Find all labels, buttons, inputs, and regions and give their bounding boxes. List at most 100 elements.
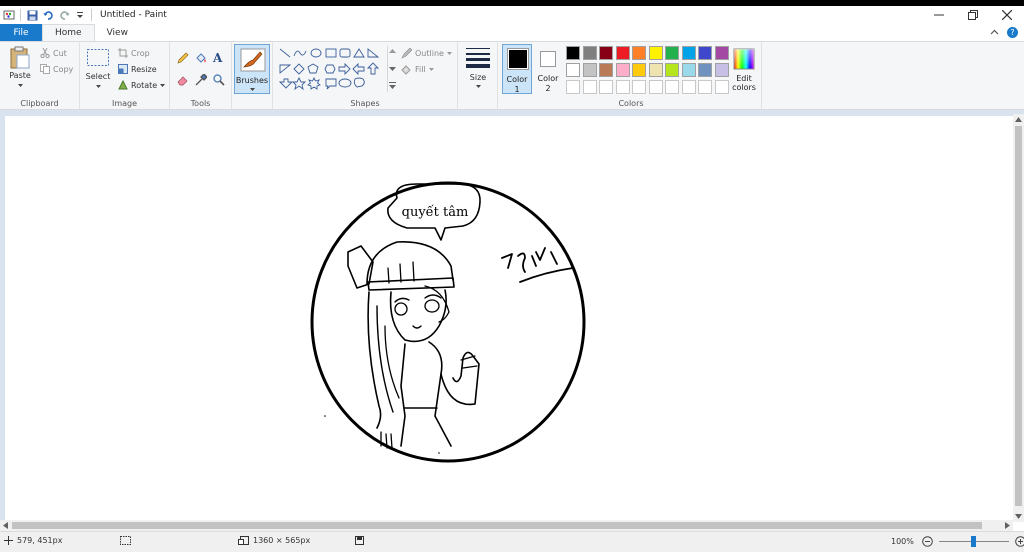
palette-color-swatch[interactable]: [665, 80, 679, 94]
brushes-button[interactable]: Brushes: [234, 44, 270, 94]
copy-label: Copy: [53, 64, 74, 74]
disk-icon: [355, 536, 364, 545]
edit-colors-button[interactable]: Edit colors: [728, 46, 760, 94]
drawing-canvas[interactable]: quyết tâm: [5, 116, 1013, 520]
palette-color-swatch[interactable]: [582, 63, 597, 77]
outline-button[interactable]: Outline: [401, 48, 452, 59]
fill-button[interactable]: Fill: [401, 64, 434, 75]
palette-color-swatch[interactable]: [681, 46, 696, 60]
color-picker-icon[interactable]: [195, 73, 208, 89]
size-group: Size: [458, 42, 498, 110]
palette-color-swatch[interactable]: [714, 80, 729, 94]
zoom-slider[interactable]: [938, 536, 1009, 547]
palette-color-swatch[interactable]: [698, 46, 712, 60]
window-title: Untitled - Paint: [100, 10, 167, 20]
collapse-ribbon-icon[interactable]: [990, 28, 999, 38]
paint-app-icon[interactable]: [2, 8, 16, 22]
qat-separator: [20, 9, 21, 21]
palette-color-swatch[interactable]: [665, 63, 679, 77]
save-icon[interactable]: [25, 8, 39, 22]
paste-icon: [10, 46, 30, 69]
image-group: Select Crop Resize Rotate Image: [80, 42, 170, 110]
cut-label: Cut: [53, 48, 67, 58]
palette-color-swatch[interactable]: [615, 46, 630, 60]
vertical-scroll-thumb[interactable]: [1015, 126, 1022, 506]
minimize-icon[interactable]: [922, 6, 956, 24]
palette-color-swatch[interactable]: [681, 63, 696, 77]
palette-color-swatch[interactable]: [599, 46, 613, 60]
palette-color-swatch[interactable]: [582, 46, 597, 60]
palette-color-swatch[interactable]: [714, 46, 729, 60]
status-bar: 579, 451px 1360 × 565px 100%: [0, 531, 1024, 552]
crop-button[interactable]: Crop: [118, 48, 150, 58]
canvas-area: quyết tâm: [0, 110, 1024, 522]
select-label: Select: [85, 72, 111, 81]
text-tool-icon[interactable]: A: [213, 51, 222, 65]
scissors-icon: [40, 48, 50, 58]
palette-color-swatch[interactable]: [648, 63, 663, 77]
palette-color-swatch[interactable]: [632, 80, 646, 94]
scroll-up-arrow-icon[interactable]: [1015, 117, 1022, 122]
palette-color-swatch[interactable]: [632, 46, 646, 60]
palette-color-swatch[interactable]: [566, 46, 580, 60]
chevron-down-icon: [95, 85, 101, 88]
fill-bucket-icon[interactable]: [195, 52, 207, 67]
rotate-button[interactable]: Rotate: [118, 80, 166, 90]
tab-home[interactable]: Home: [42, 24, 95, 41]
vertical-scrollbar[interactable]: [1013, 114, 1024, 522]
help-icon[interactable]: ?: [1007, 27, 1018, 38]
resize-icon: [118, 64, 128, 74]
rotate-label: Rotate: [131, 80, 158, 90]
close-icon[interactable]: [990, 6, 1024, 24]
paste-button[interactable]: Paste: [6, 46, 34, 87]
copy-button[interactable]: Copy: [40, 64, 73, 74]
line-size-icon: [466, 48, 490, 68]
zoom-controls: 100%: [891, 536, 1024, 547]
selection-size: [120, 536, 131, 545]
palette-color-swatch[interactable]: [714, 63, 729, 77]
palette-color-swatch[interactable]: [582, 80, 597, 94]
palette-color-swatch[interactable]: [615, 63, 630, 77]
magnifier-icon[interactable]: [213, 74, 225, 89]
palette-color-swatch[interactable]: [648, 80, 663, 94]
resize-button[interactable]: Resize: [118, 64, 157, 74]
title-bar: Untitled - Paint: [0, 6, 1024, 24]
palette-color-swatch[interactable]: [615, 80, 630, 94]
palette-color-swatch[interactable]: [566, 80, 580, 94]
edit-colors-icon: [733, 48, 755, 70]
palette-color-swatch[interactable]: [632, 63, 646, 77]
cursor-position-text: 579, 451px: [17, 536, 63, 545]
size-button[interactable]: Size: [463, 46, 493, 88]
scroll-right-arrow-icon[interactable]: [1005, 522, 1010, 529]
select-button[interactable]: Select: [84, 48, 112, 88]
redo-icon[interactable]: [57, 8, 71, 22]
scroll-down-arrow-icon[interactable]: [1015, 514, 1022, 519]
tab-view[interactable]: View: [95, 24, 140, 41]
horizontal-scrollbar[interactable]: [0, 520, 1013, 531]
palette-color-swatch[interactable]: [648, 46, 663, 60]
pencil-icon[interactable]: [177, 52, 189, 67]
palette-color-swatch[interactable]: [665, 46, 679, 60]
zoom-in-icon[interactable]: [1015, 536, 1024, 547]
undo-icon[interactable]: [41, 8, 55, 22]
chevron-down-icon: [428, 68, 434, 71]
palette-color-swatch[interactable]: [698, 80, 712, 94]
zoom-out-icon[interactable]: [922, 536, 933, 547]
palette-color-swatch[interactable]: [566, 63, 580, 77]
eraser-icon[interactable]: [177, 74, 189, 89]
palette-color-swatch[interactable]: [681, 80, 696, 94]
chevron-down-icon: [17, 84, 23, 87]
cut-button[interactable]: Cut: [40, 48, 67, 58]
restore-icon[interactable]: [956, 6, 990, 24]
tab-file[interactable]: File: [0, 24, 42, 41]
customize-qat-icon[interactable]: [73, 8, 87, 22]
shapes-gallery[interactable]: [278, 48, 387, 94]
select-rectangle-icon: [87, 49, 109, 66]
scroll-left-arrow-icon[interactable]: [3, 522, 8, 529]
horizontal-scroll-thumb[interactable]: [12, 522, 982, 529]
palette-color-swatch[interactable]: [599, 80, 613, 94]
zoom-slider-thumb[interactable]: [971, 536, 977, 547]
shapes-gallery-scroll[interactable]: [387, 46, 396, 92]
palette-color-swatch[interactable]: [599, 63, 613, 77]
palette-color-swatch[interactable]: [698, 63, 712, 77]
